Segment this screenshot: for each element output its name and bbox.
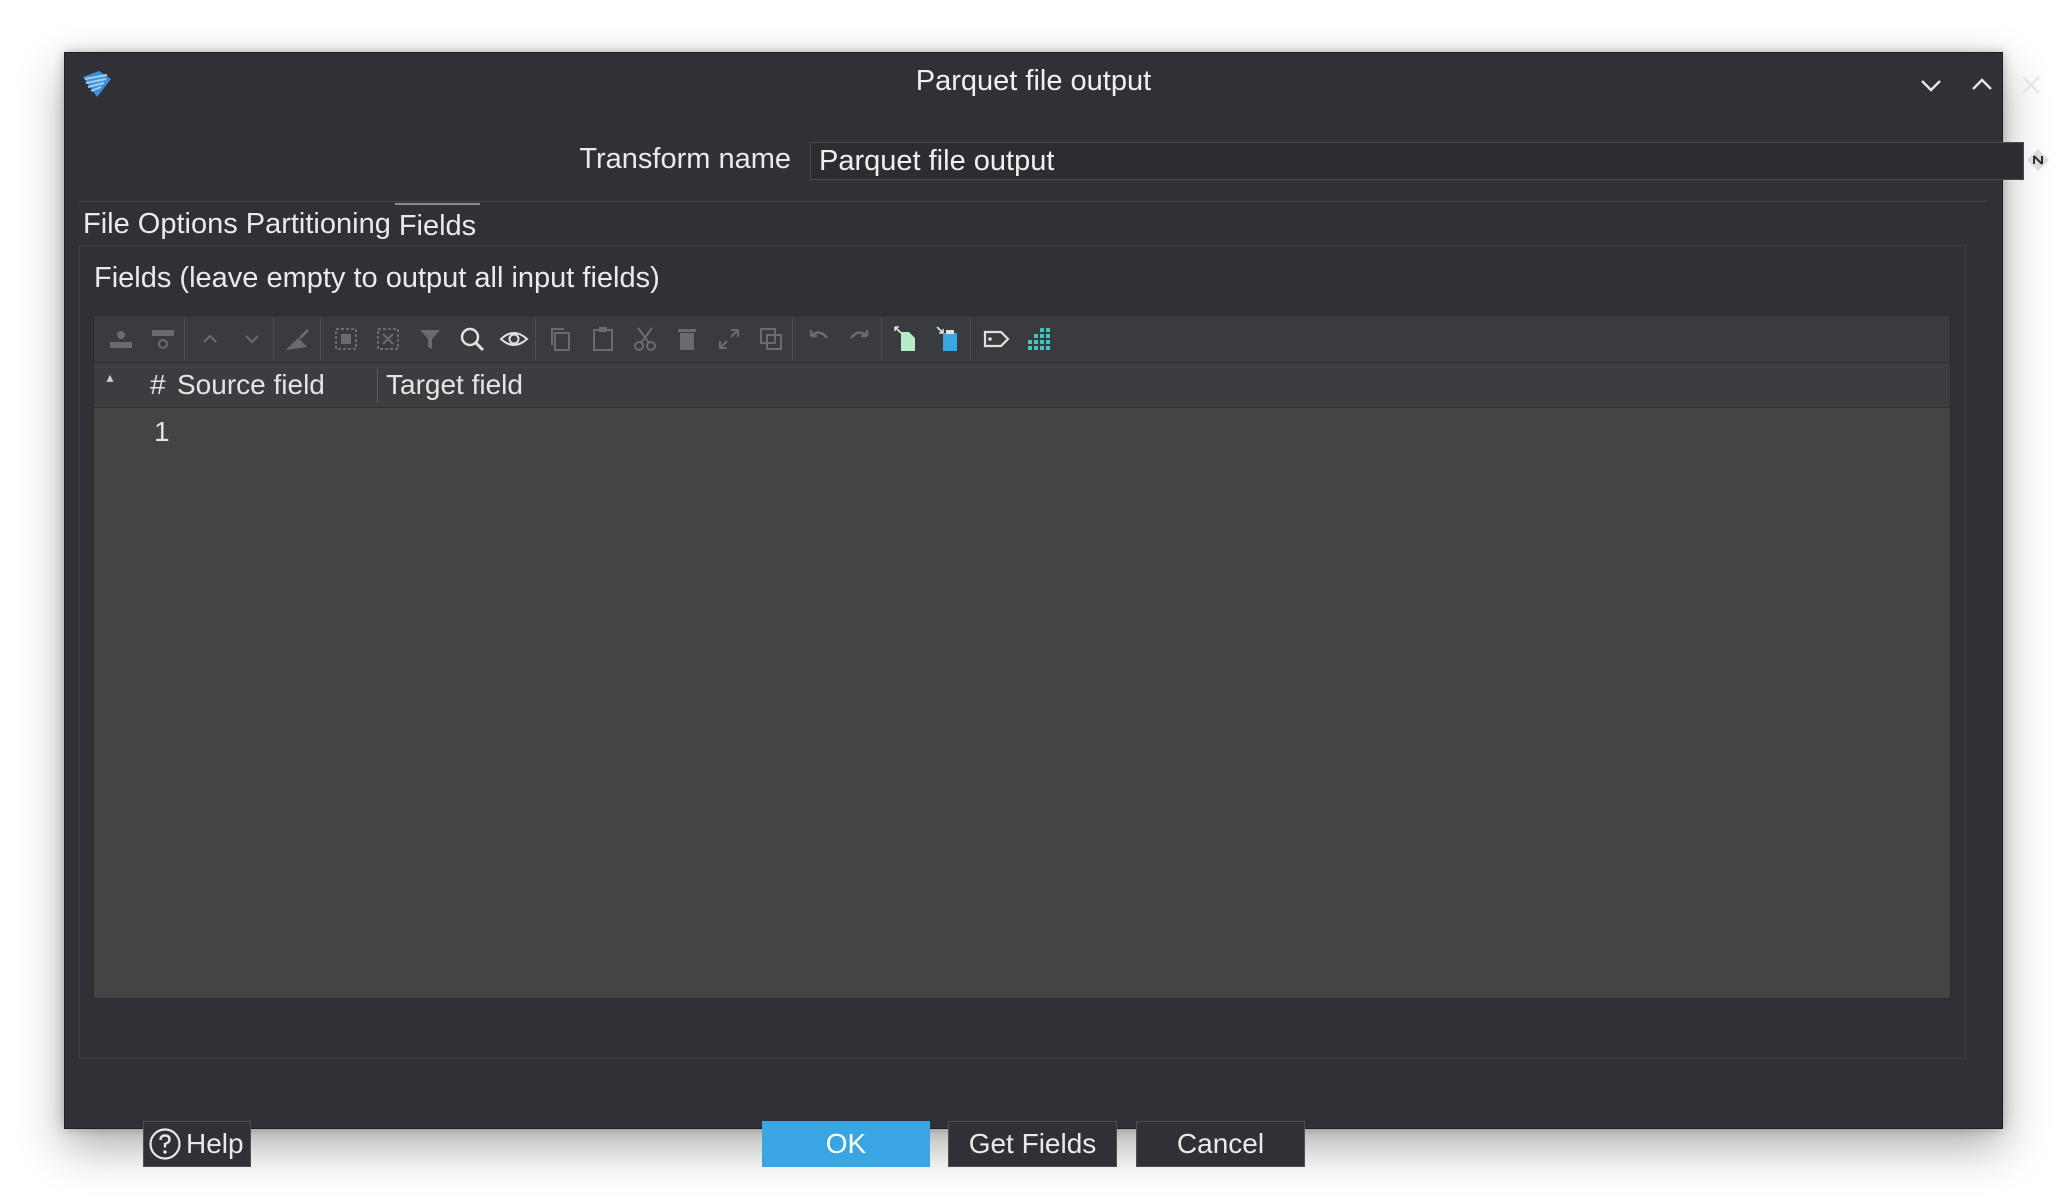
- tab-partitioning[interactable]: Partitioning: [242, 203, 395, 245]
- clear-icon[interactable]: [278, 318, 321, 360]
- transform-name-label: Transform name: [579, 143, 791, 175]
- delete-row-icon[interactable]: [142, 318, 185, 360]
- paste-icon[interactable]: [582, 318, 624, 360]
- filter-icon[interactable]: [409, 318, 451, 360]
- close-button[interactable]: [2011, 65, 2051, 105]
- table-toolbar: [94, 316, 1950, 362]
- chevron-up-icon: [1972, 78, 1992, 90]
- table-header: ▴ # Source field Target field: [94, 362, 1950, 408]
- column-header-source-field[interactable]: Source field: [177, 369, 378, 403]
- import-icon[interactable]: [928, 318, 971, 360]
- tab-fields[interactable]: Fields: [394, 203, 481, 245]
- select-all-icon[interactable]: [325, 318, 367, 360]
- chevron-down-icon: [1921, 80, 1941, 92]
- cancel-button[interactable]: Cancel: [1136, 1121, 1305, 1167]
- tab-bar: File Options Partitioning Fields: [79, 203, 481, 245]
- insert-row-icon[interactable]: [100, 318, 142, 360]
- dialog-window: Parquet file output Transform name File …: [64, 52, 2049, 1167]
- close-icon: [2022, 76, 2040, 94]
- fields-table: ▴ # Source field Target field 1: [93, 315, 1951, 999]
- ok-button[interactable]: OK: [762, 1121, 930, 1167]
- sort-indicator-icon[interactable]: ▴: [98, 369, 122, 386]
- fields-label: Fields (leave empty to output all input …: [94, 262, 660, 294]
- deselect-icon[interactable]: [367, 318, 409, 360]
- copy-icon[interactable]: [540, 318, 582, 360]
- undo-icon[interactable]: [797, 318, 839, 360]
- move-up-icon[interactable]: [189, 318, 231, 360]
- get-fields-button[interactable]: Get Fields: [948, 1121, 1117, 1167]
- separator: [79, 201, 1987, 202]
- help-button-label: Help: [186, 1128, 244, 1159]
- cut-icon[interactable]: [624, 318, 666, 360]
- grid-icon[interactable]: [1017, 318, 1059, 360]
- redo-icon[interactable]: [839, 318, 882, 360]
- help-button[interactable]: Help: [143, 1121, 251, 1167]
- expand-icon[interactable]: [708, 318, 750, 360]
- fields-tab-panel: Fields (leave empty to output all input …: [79, 245, 1966, 1059]
- table-row[interactable]: 1: [154, 416, 170, 448]
- move-down-icon[interactable]: [231, 318, 274, 360]
- search-icon[interactable]: [451, 318, 493, 360]
- variable-diamond-icon[interactable]: [2025, 147, 2051, 173]
- label-icon[interactable]: [975, 318, 1017, 360]
- title-bar[interactable]: Parquet file output: [65, 53, 2040, 113]
- preview-icon[interactable]: [493, 318, 536, 360]
- window-title: Parquet file output: [915, 65, 1152, 97]
- column-header-number[interactable]: #: [150, 369, 166, 401]
- transform-name-input[interactable]: [810, 142, 2024, 180]
- minimize-button[interactable]: [1911, 65, 1951, 105]
- maximize-button[interactable]: [1962, 65, 2002, 105]
- duplicate-icon[interactable]: [750, 318, 793, 360]
- tab-file-options[interactable]: File Options: [79, 203, 242, 245]
- delete-icon[interactable]: [666, 318, 708, 360]
- column-header-target-field[interactable]: Target field: [386, 369, 523, 401]
- help-icon: [149, 1128, 181, 1160]
- export-icon[interactable]: [886, 318, 928, 360]
